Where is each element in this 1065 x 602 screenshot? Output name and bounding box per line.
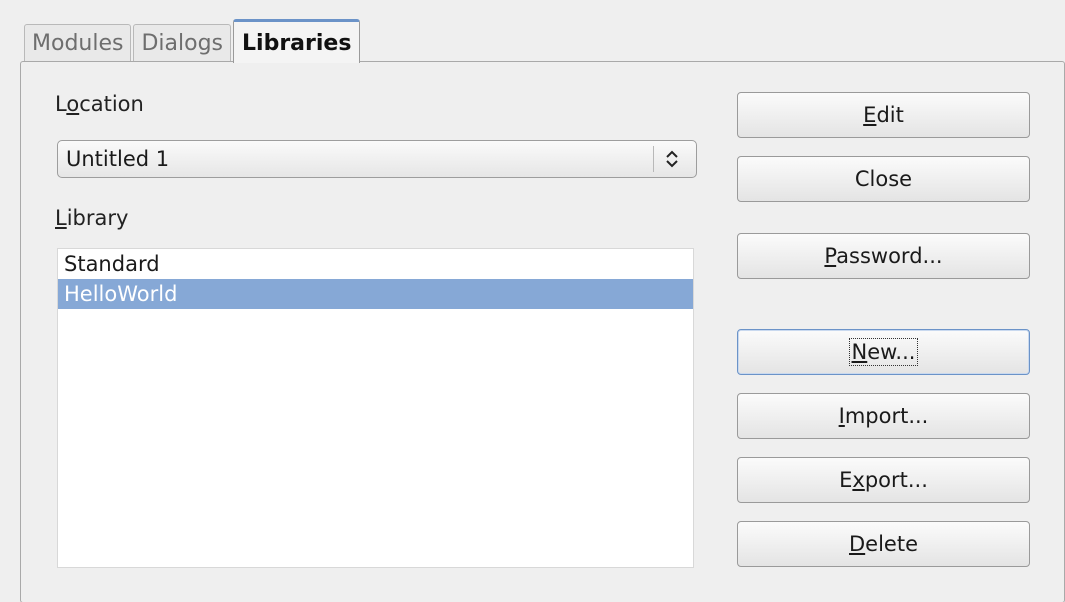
- libraries-dialog: Modules Dialogs Libraries Location Untit…: [0, 0, 1065, 602]
- import-button[interactable]: Import...: [737, 393, 1030, 439]
- dropdown-separator: [653, 146, 654, 172]
- export-button-label: Export...: [839, 468, 928, 492]
- password-button-label: Password...: [824, 244, 943, 268]
- delete-button[interactable]: Delete: [737, 521, 1030, 567]
- list-item-helloworld[interactable]: HelloWorld: [58, 279, 693, 309]
- import-button-label: Import...: [838, 404, 929, 428]
- tab-panel: Location Untitled 1 Library Standard Hel…: [20, 61, 1065, 602]
- edit-button[interactable]: Edit: [737, 92, 1030, 138]
- close-button[interactable]: Close: [737, 156, 1030, 202]
- tab-dialogs[interactable]: Dialogs: [133, 24, 232, 62]
- library-list[interactable]: Standard HelloWorld: [57, 248, 694, 568]
- new-button[interactable]: New...: [737, 329, 1030, 375]
- location-value: Untitled 1: [66, 147, 170, 171]
- list-item-standard[interactable]: Standard: [58, 249, 693, 279]
- export-button[interactable]: Export...: [737, 457, 1030, 503]
- updown-chevron-icon: [660, 141, 684, 177]
- delete-button-label: Delete: [849, 532, 918, 556]
- tab-bar: Modules Dialogs Libraries: [24, 18, 362, 63]
- close-button-label: Close: [854, 167, 913, 191]
- library-label: Library: [55, 206, 129, 230]
- location-dropdown[interactable]: Untitled 1: [57, 140, 697, 178]
- new-button-label: New...: [848, 338, 919, 366]
- edit-button-label: Edit: [863, 103, 904, 127]
- tab-libraries[interactable]: Libraries: [233, 19, 361, 63]
- password-button[interactable]: Password...: [737, 233, 1030, 279]
- location-label: Location: [55, 92, 144, 116]
- tab-modules[interactable]: Modules: [24, 24, 132, 62]
